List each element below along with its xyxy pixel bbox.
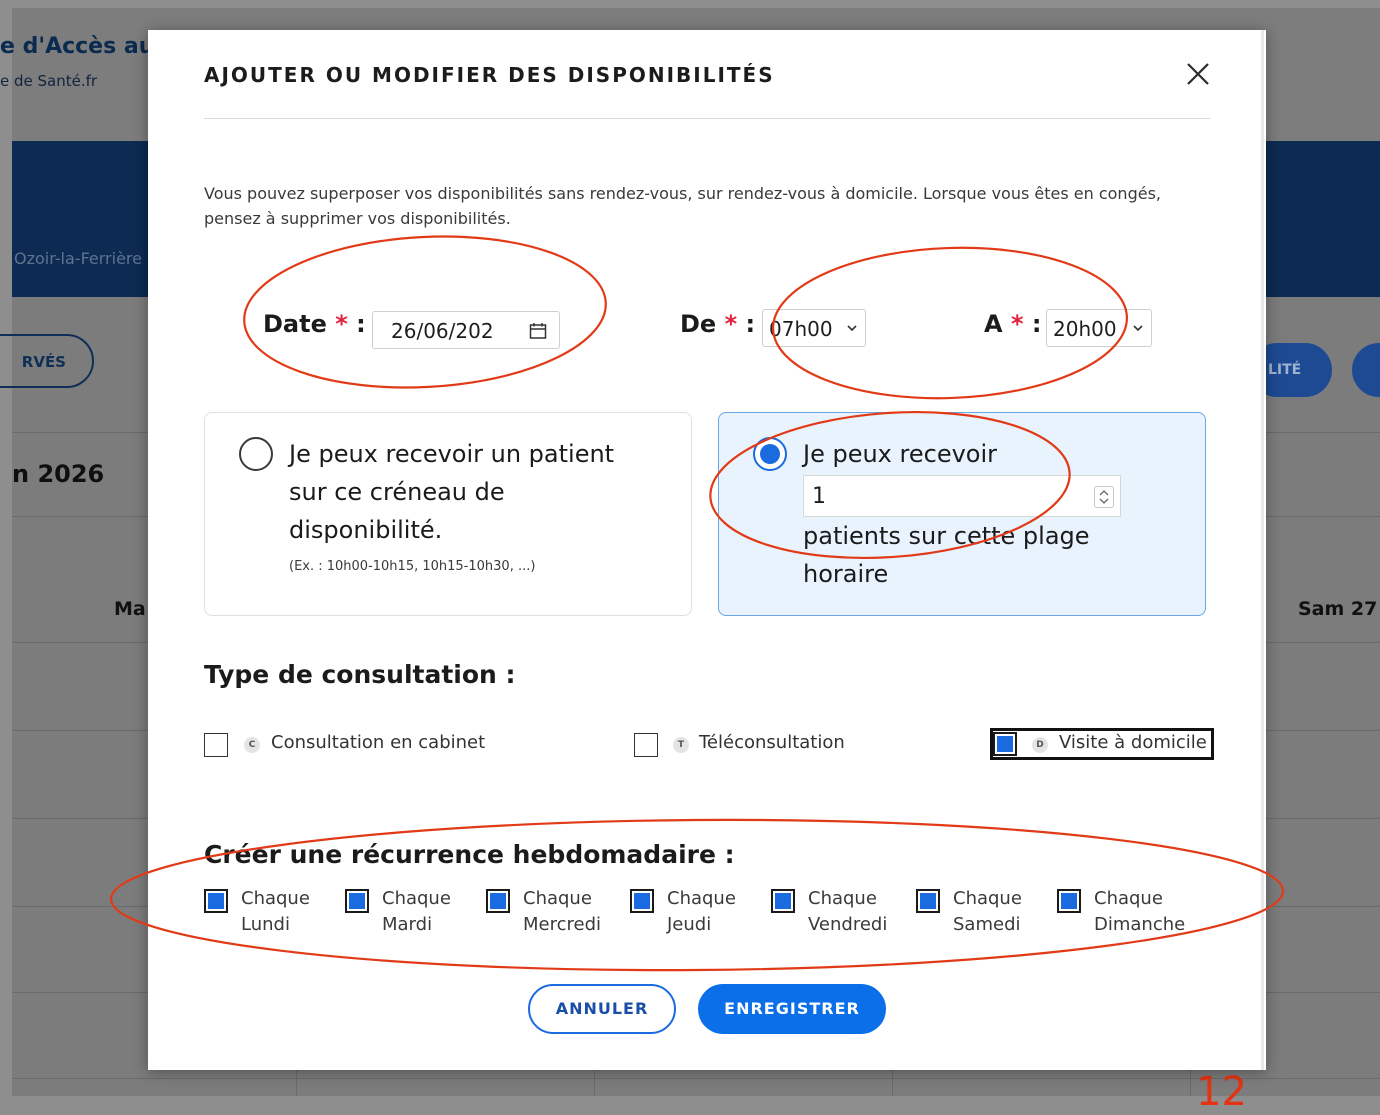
cancel-button[interactable]: ANNULER — [528, 984, 676, 1034]
background-left-edge — [0, 8, 12, 1096]
recurrence-prefix: Chaque — [241, 888, 310, 909]
title-divider — [204, 118, 1210, 119]
recurrence-lundi-label[interactable]: Chaque Lundi — [241, 886, 310, 938]
radio-multi-patient[interactable] — [753, 437, 787, 471]
from-time-select[interactable]: 07h00 — [762, 309, 866, 347]
checkbox-recurrence-jeudi[interactable] — [630, 889, 654, 913]
label-colon: : — [1031, 310, 1042, 338]
reserved-button[interactable]: RVÉS — [0, 334, 94, 388]
option-multi-patient-card[interactable]: Je peux recevoir 1 patients sur cette pl… — [718, 412, 1206, 616]
availability-modal: AJOUTER OU MODIFIER DES DISPONIBILITÉS V… — [148, 30, 1266, 1070]
recurrence-vendredi-label[interactable]: Chaque Vendredi — [808, 886, 887, 938]
patient-count-input[interactable]: 1 — [803, 475, 1121, 517]
cabinet-badge-icon: C — [244, 737, 260, 753]
checkbox-recurrence-mercredi[interactable] — [486, 889, 510, 913]
stepper-icon[interactable] — [1094, 486, 1114, 508]
background-top-strip — [0, 0, 1380, 8]
recurrence-prefix: Chaque — [667, 888, 736, 909]
checkbox-recurrence-samedi[interactable] — [916, 889, 940, 913]
recurrence-day-name: Mercredi — [523, 914, 602, 935]
day-header-sam: Sam 27 — [1298, 598, 1378, 620]
option-single-patient-card[interactable]: Je peux recevoir un patient sur ce créne… — [204, 412, 692, 616]
recurrence-prefix: Chaque — [1094, 888, 1163, 909]
date-label-text: Date — [263, 310, 327, 338]
consultation-type-title: Type de consultation : — [204, 660, 516, 689]
date-input[interactable]: 26/06/202 — [372, 311, 560, 349]
recurrence-day-name: Lundi — [241, 914, 290, 935]
recurrence-day-name: Vendredi — [808, 914, 888, 935]
recurrence-jeudi-label[interactable]: Chaque Jeudi — [667, 886, 736, 938]
page-number: 12 — [1196, 1069, 1247, 1115]
recurrence-dimanche-label[interactable]: Chaque Dimanche — [1094, 886, 1185, 938]
from-label: De * : — [680, 310, 755, 338]
app-title: e d'Accès au — [0, 34, 155, 59]
recurrence-prefix: Chaque — [382, 888, 451, 909]
recurrence-prefix: Chaque — [808, 888, 877, 909]
required-mark: * — [335, 310, 348, 338]
radio-single-patient[interactable] — [239, 437, 273, 471]
teleconsultation-badge-icon: T — [673, 737, 689, 753]
save-button[interactable]: ENREGISTRER — [698, 984, 886, 1034]
recurrence-samedi-label[interactable]: Chaque Samedi — [953, 886, 1022, 938]
checkbox-recurrence-dimanche[interactable] — [1057, 889, 1081, 913]
chevron-down-icon — [847, 325, 857, 332]
intro-text: Vous pouvez superposer vos disponibilité… — [204, 184, 1161, 228]
teleconsultation-label[interactable]: Téléconsultation — [699, 732, 845, 753]
checkbox-recurrence-lundi[interactable] — [204, 889, 228, 913]
recurrence-day-name: Mardi — [382, 914, 433, 935]
required-mark: * — [724, 310, 738, 338]
date-label: Date * : — [263, 310, 366, 338]
checkbox-consultation-cabinet[interactable] — [204, 733, 228, 757]
recurrence-day-name: Jeudi — [667, 914, 712, 935]
month-label: n 2026 — [12, 460, 105, 488]
domicile-badge-icon: D — [1032, 737, 1048, 753]
app-subtitle: e de Santé.fr — [0, 72, 98, 90]
recurrence-mardi-label[interactable]: Chaque Mardi — [382, 886, 451, 938]
checkbox-recurrence-vendredi[interactable] — [771, 889, 795, 913]
to-label: A * : — [984, 310, 1041, 338]
from-time-value: 07h00 — [769, 317, 833, 341]
recurrence-mercredi-label[interactable]: Chaque Mercredi — [523, 886, 601, 938]
modal-scrollbar[interactable] — [1261, 30, 1264, 1070]
patient-count-value: 1 — [812, 484, 826, 509]
checkbox-teleconsultation[interactable] — [634, 733, 658, 757]
checkbox-recurrence-mardi[interactable] — [345, 889, 369, 913]
checkbox-visite-domicile[interactable] — [993, 732, 1017, 756]
recurrence-prefix: Chaque — [523, 888, 592, 909]
recurrence-day-name: Samedi — [953, 914, 1021, 935]
label-colon: : — [356, 310, 366, 338]
to-label-text: A — [984, 310, 1003, 338]
day-header-left: Ma — [114, 598, 146, 620]
from-label-text: De — [680, 310, 717, 338]
option-single-example: (Ex. : 10h00-10h15, 10h15-10h30, ...) — [289, 559, 536, 574]
city-label: Ozoir-la-Ferrière — [14, 249, 142, 268]
modal-title: AJOUTER OU MODIFIER DES DISPONIBILITÉS — [204, 63, 775, 87]
chevron-down-icon — [1133, 325, 1143, 332]
recurrence-prefix: Chaque — [953, 888, 1022, 909]
date-value: 26/06/202 — [391, 319, 494, 343]
option-multi-text-before: Je peux recevoir — [803, 440, 998, 468]
label-colon: : — [745, 310, 756, 338]
option-multi-text-after: patients sur cette plage horaire — [803, 522, 1090, 588]
to-time-select[interactable]: 20h00 — [1046, 309, 1152, 347]
to-time-value: 20h00 — [1053, 317, 1117, 341]
recurrence-title: Créer une récurrence hebdomadaire : — [204, 840, 735, 869]
calendar-icon[interactable] — [529, 322, 547, 340]
recurrence-day-name: Dimanche — [1094, 914, 1186, 935]
required-mark: * — [1010, 310, 1024, 338]
option-single-text: Je peux recevoir un patient sur ce créne… — [289, 440, 615, 544]
close-icon[interactable] — [1184, 60, 1212, 88]
consultation-cabinet-label[interactable]: Consultation en cabinet — [271, 732, 485, 753]
background-divider — [12, 1078, 1380, 1079]
visite-domicile-label[interactable]: Visite à domicile — [1059, 732, 1207, 753]
background-pill-button-2[interactable] — [1352, 343, 1380, 397]
